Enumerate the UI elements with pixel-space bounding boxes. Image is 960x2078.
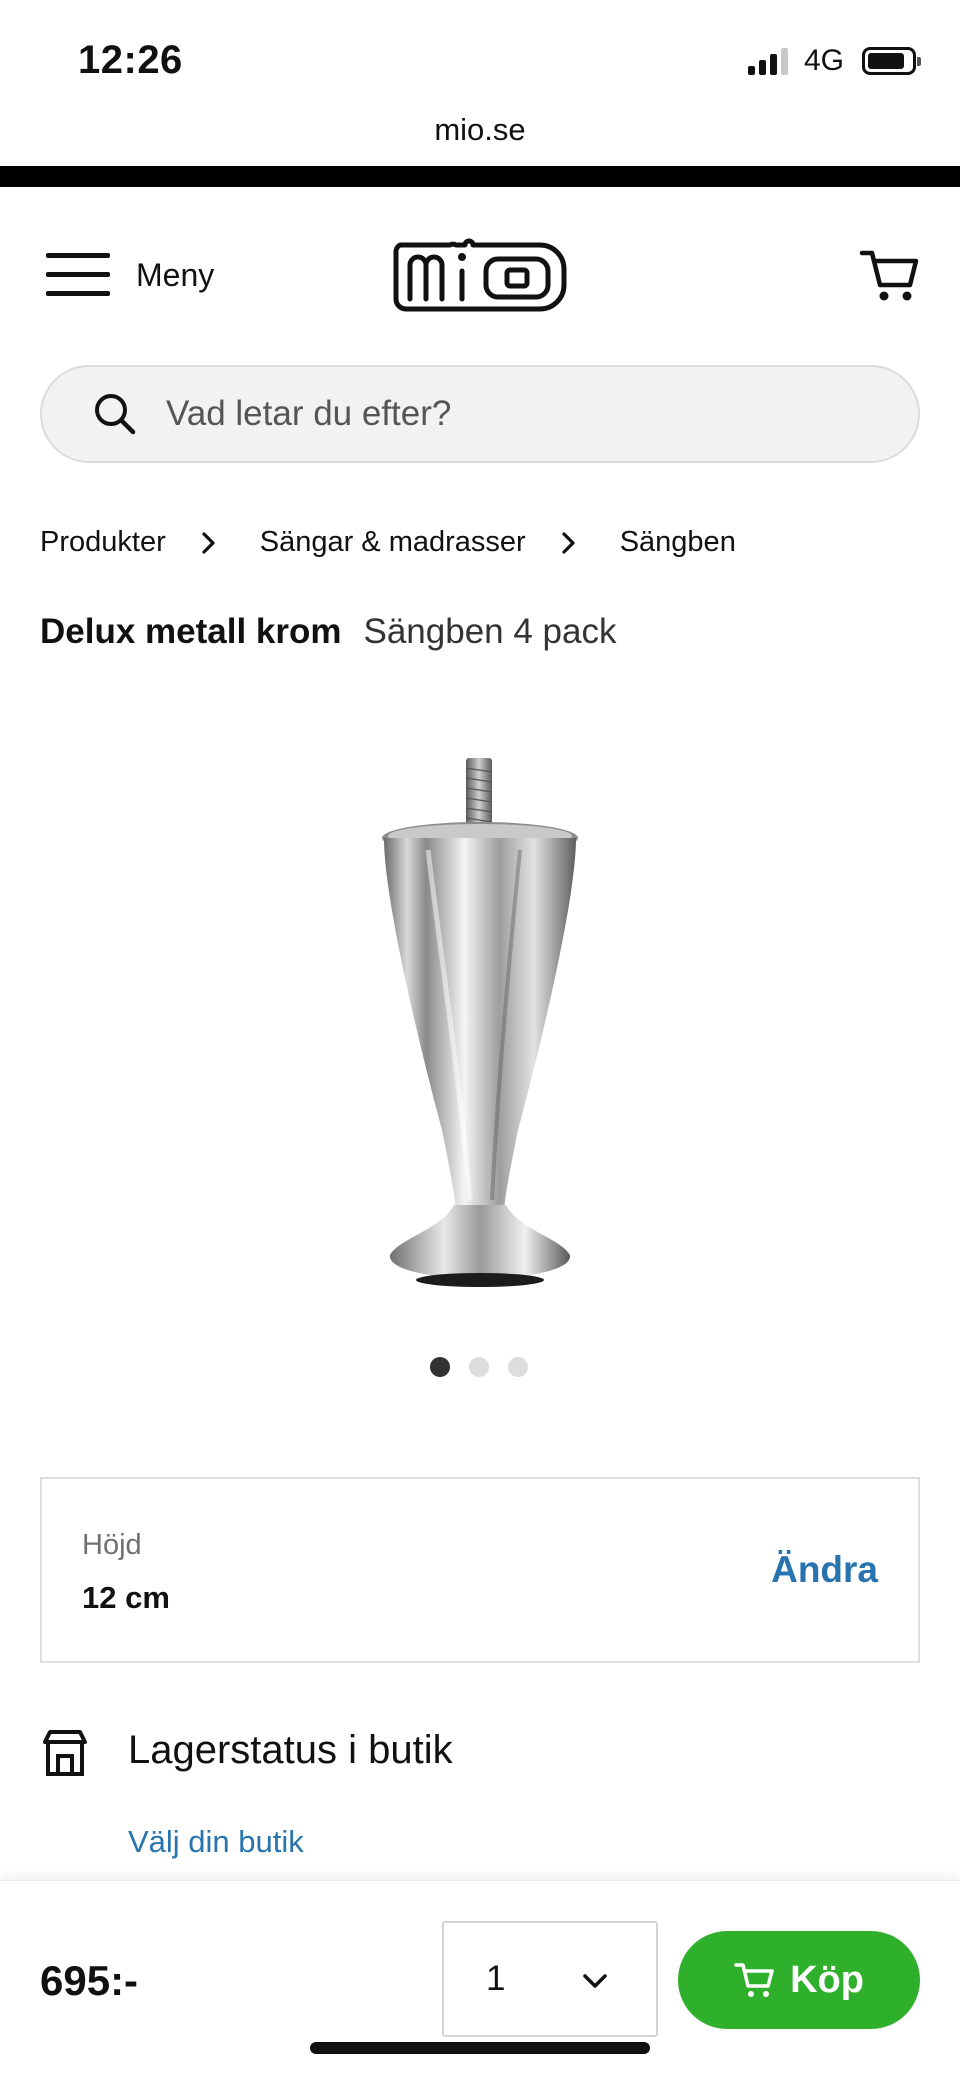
store-icon — [43, 1730, 87, 1776]
breadcrumb: Produkter Sängar & madrasser Sängben — [40, 526, 736, 559]
site-header: Meny — [0, 187, 960, 363]
breadcrumb-item-sangar[interactable]: Sängar & madrasser — [260, 526, 526, 559]
page: 12:26 4G mio.se Meny Vad letar du efter?… — [0, 0, 960, 2078]
cart-icon — [734, 1963, 774, 1997]
breadcrumb-item-sangben[interactable]: Sängben — [620, 526, 736, 559]
battery-icon — [862, 47, 921, 75]
carousel-dot[interactable] — [508, 1357, 528, 1377]
variant-value: 12 cm — [82, 1580, 170, 1615]
mio-logo[interactable] — [390, 235, 570, 317]
variant-selector: Höjd 12 cm Ändra — [40, 1477, 920, 1663]
chevron-right-icon — [202, 531, 215, 554]
stock-title: Lagerstatus i butik — [128, 1728, 453, 1772]
change-variant-link[interactable]: Ändra — [771, 1549, 878, 1591]
carousel-dot[interactable] — [430, 1357, 450, 1377]
cart-icon[interactable] — [858, 243, 922, 307]
status-bar: 12:26 4G — [0, 0, 960, 112]
choose-store-link[interactable]: Välj din butik — [128, 1824, 304, 1860]
status-time: 12:26 — [78, 38, 183, 82]
image-carousel-dots — [430, 1357, 528, 1377]
search-input[interactable] — [166, 394, 866, 434]
divider — [0, 166, 960, 187]
search-bar[interactable] — [40, 365, 920, 463]
variant-label: Höjd — [82, 1529, 142, 1561]
quantity-value: 1 — [486, 1959, 506, 1998]
network-type: 4G — [803, 44, 844, 77]
carousel-dot[interactable] — [469, 1357, 489, 1377]
browser-url[interactable]: mio.se — [0, 112, 960, 166]
breadcrumb-item-produkter[interactable]: Produkter — [40, 526, 166, 559]
status-indicators: 4G — [747, 44, 921, 78]
home-indicator — [310, 2042, 650, 2054]
product-name: Delux metall krom — [40, 612, 342, 651]
signal-icon — [747, 47, 788, 75]
product-title: Delux metall krom Sängben 4 pack — [40, 612, 616, 652]
quantity-select[interactable]: 1 — [442, 1921, 658, 2037]
menu-label: Meny — [136, 256, 215, 293]
hamburger-icon — [46, 253, 110, 297]
product-price: 695:- — [40, 1957, 139, 2004]
product-image[interactable] — [370, 750, 590, 1290]
search-icon — [95, 394, 136, 435]
buy-label: Köp — [790, 1958, 864, 2001]
chevron-right-icon — [562, 531, 575, 554]
product-subtitle: Sängben 4 pack — [363, 612, 617, 651]
menu-button[interactable]: Meny — [46, 253, 214, 297]
buy-button[interactable]: Köp — [678, 1931, 920, 2029]
chevron-down-icon — [583, 1974, 607, 1988]
